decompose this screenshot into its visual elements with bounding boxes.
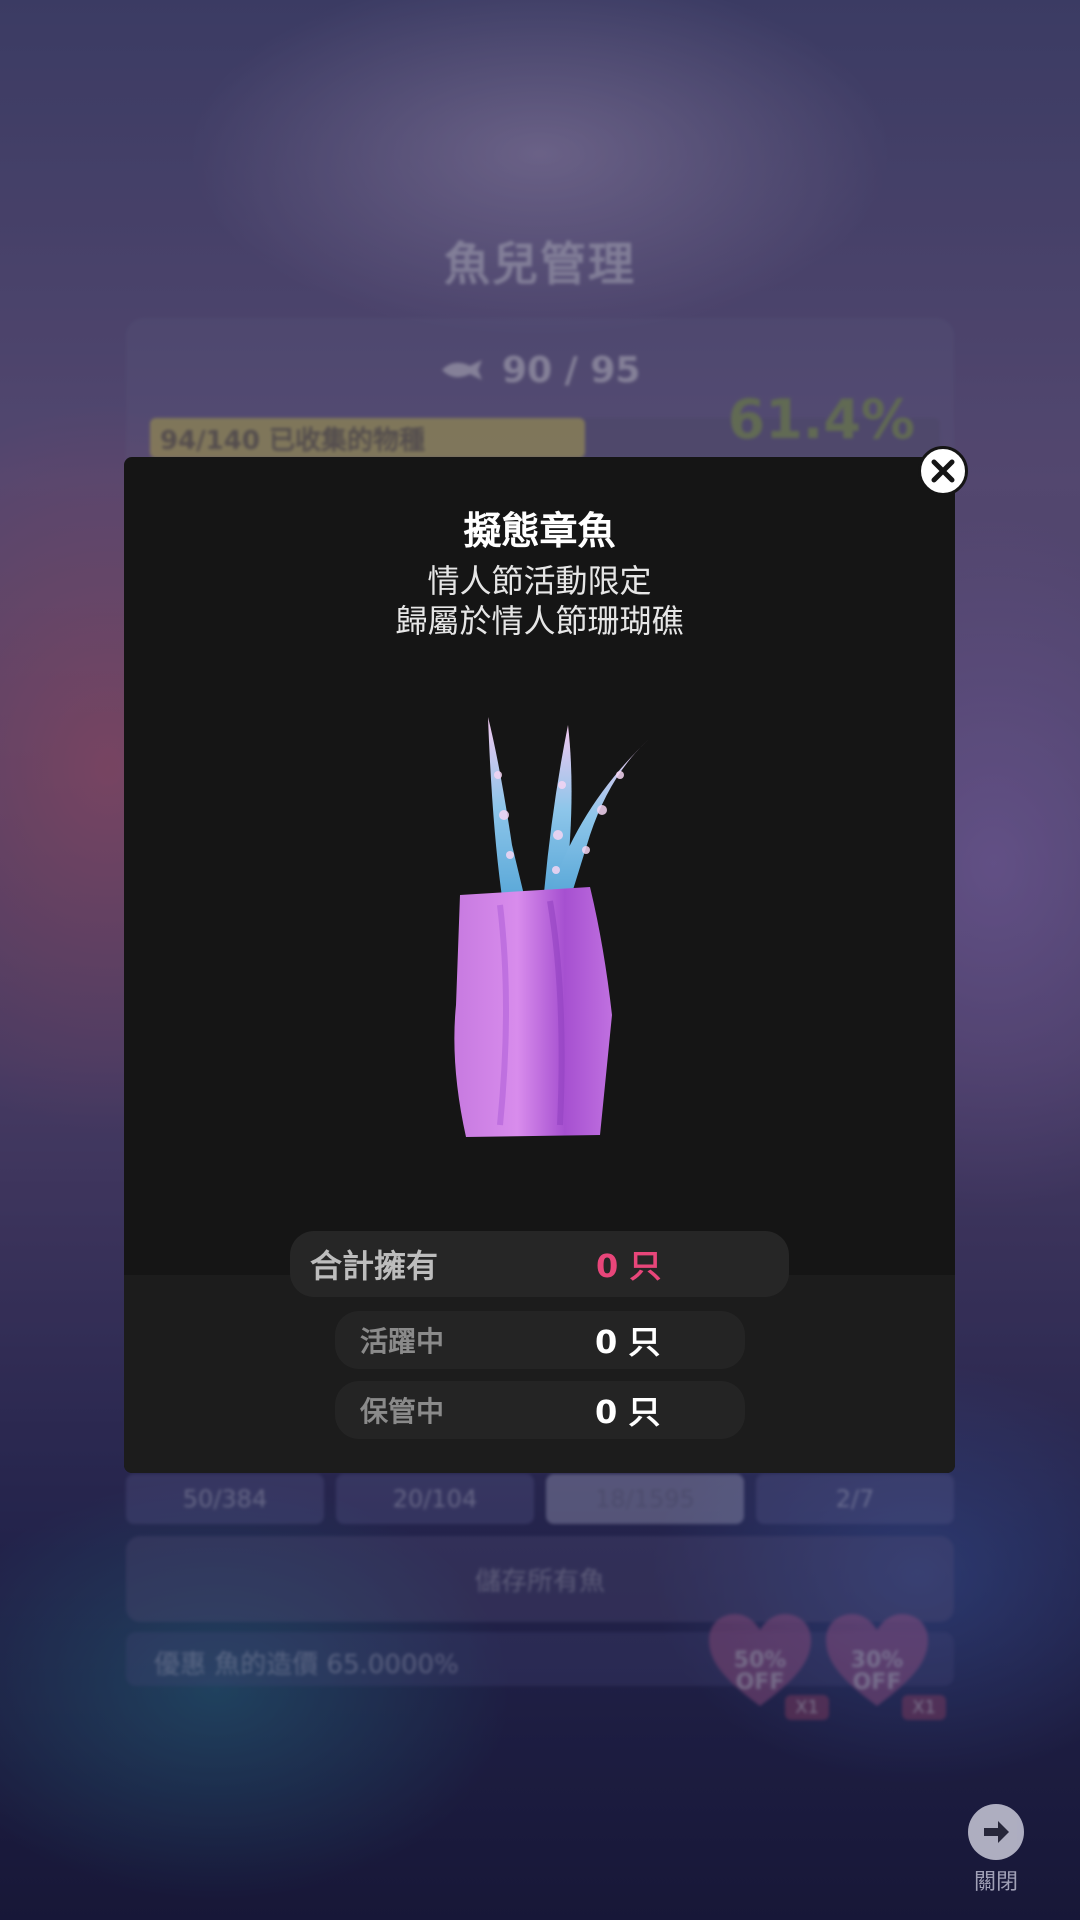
modal-close-button[interactable] [918, 446, 968, 496]
fish-reef-tag: 歸屬於情人節珊瑚礁 [395, 602, 684, 640]
stored-row: 保管中 0 只 [335, 1381, 745, 1439]
total-owned-value: 0 只 [596, 1247, 662, 1285]
stored-label: 保管中 [360, 1395, 445, 1428]
close-icon [931, 459, 955, 483]
active-row: 活躍中 0 只 [335, 1311, 745, 1369]
exit-label: 關閉 [973, 1870, 1018, 1895]
modal-footer-panel [124, 1275, 955, 1473]
total-owned-label: 合計擁有 [310, 1247, 439, 1285]
stored-value: 0 只 [595, 1393, 661, 1431]
arrow-right-circle-icon [984, 1821, 1009, 1843]
mimic-octopus-image [454, 717, 648, 1137]
exit-button[interactable] [968, 1804, 1024, 1860]
active-value: 0 只 [595, 1323, 661, 1361]
total-owned-row: 合計擁有 0 只 [290, 1231, 789, 1297]
active-label: 活躍中 [360, 1325, 445, 1358]
fish-name: 擬態章魚 [463, 509, 616, 553]
